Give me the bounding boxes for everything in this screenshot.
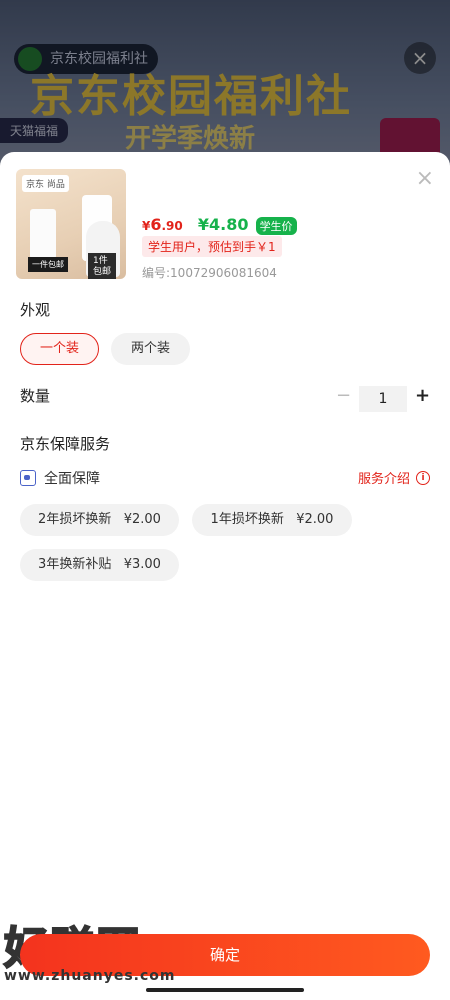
service-option-price: ¥2.00: [123, 512, 161, 527]
protection-label: 全面保障: [44, 471, 100, 487]
spec-option-one-pack[interactable]: 一个装: [20, 333, 99, 365]
background-close-icon[interactable]: ×: [404, 42, 436, 74]
spec-option-two-pack[interactable]: 两个装: [111, 333, 190, 365]
current-price: ¥6.90: [142, 215, 183, 234]
product-image[interactable]: 京东 尚品 一件包邮 1件 包邮: [16, 169, 126, 279]
quantity-input[interactable]: 1: [359, 386, 407, 412]
student-price: ¥4.80: [197, 215, 249, 234]
shield-icon: [20, 470, 36, 486]
service-option-label: 1年损坏换新: [210, 512, 284, 527]
service-option-1yr[interactable]: 1年损坏换新 ¥2.00: [192, 504, 352, 536]
banner-subtitle: 开学季焕新: [125, 124, 256, 154]
banner-title: 京东校园福利社: [30, 71, 352, 122]
service-option-label: 2年损坏换新: [38, 512, 112, 527]
product-promo-label: 1件 包邮: [87, 253, 116, 279]
watermark-url: www.zhuanyes.com: [4, 968, 176, 984]
sku-selector-sheet: × 京东 尚品 一件包邮 1件 包邮 ¥6.90 ¥4.80 学生价 学生用户，预…: [0, 152, 450, 1000]
info-icon: i: [416, 470, 430, 485]
service-intro-label: 服务介绍: [357, 472, 410, 487]
service-option-price: ¥2.00: [296, 512, 334, 527]
quantity-plus-button[interactable]: +: [415, 385, 430, 406]
product-brand-label: 京东 尚品: [22, 175, 69, 192]
service-intro-link[interactable]: 服务介绍 i: [358, 468, 430, 487]
close-icon[interactable]: ×: [416, 166, 434, 191]
home-indicator[interactable]: [146, 988, 304, 992]
price-row: ¥6.90 ¥4.80 学生价: [142, 215, 297, 235]
service-option-price: ¥3.00: [123, 557, 161, 572]
spec-title: 外观: [20, 301, 51, 319]
quantity-minus-button[interactable]: −: [336, 385, 351, 406]
student-price-tag: 学生价: [255, 216, 297, 235]
product-gift-label: 一件包邮: [28, 257, 68, 272]
service-option-2yr[interactable]: 2年损坏换新 ¥2.00: [20, 504, 179, 536]
service-option-label: 3年换新补贴: [38, 557, 112, 572]
protection-row: 全面保障: [20, 468, 100, 488]
banner-tag: 天猫福福: [0, 118, 69, 143]
background-page: 京东校园福利社 京东校园福利社 开学季焕新 天猫福福 ×: [0, 0, 450, 170]
quantity-title: 数量: [20, 387, 51, 405]
product-cup-shape: [30, 209, 56, 259]
service-option-3yr[interactable]: 3年换新补贴 ¥3.00: [20, 549, 179, 581]
service-title: 京东保障服务: [20, 435, 111, 453]
estimate-price-text: 学生用户，预估到手￥1: [142, 236, 282, 257]
product-sku: 编号:10072906081604: [142, 266, 277, 280]
